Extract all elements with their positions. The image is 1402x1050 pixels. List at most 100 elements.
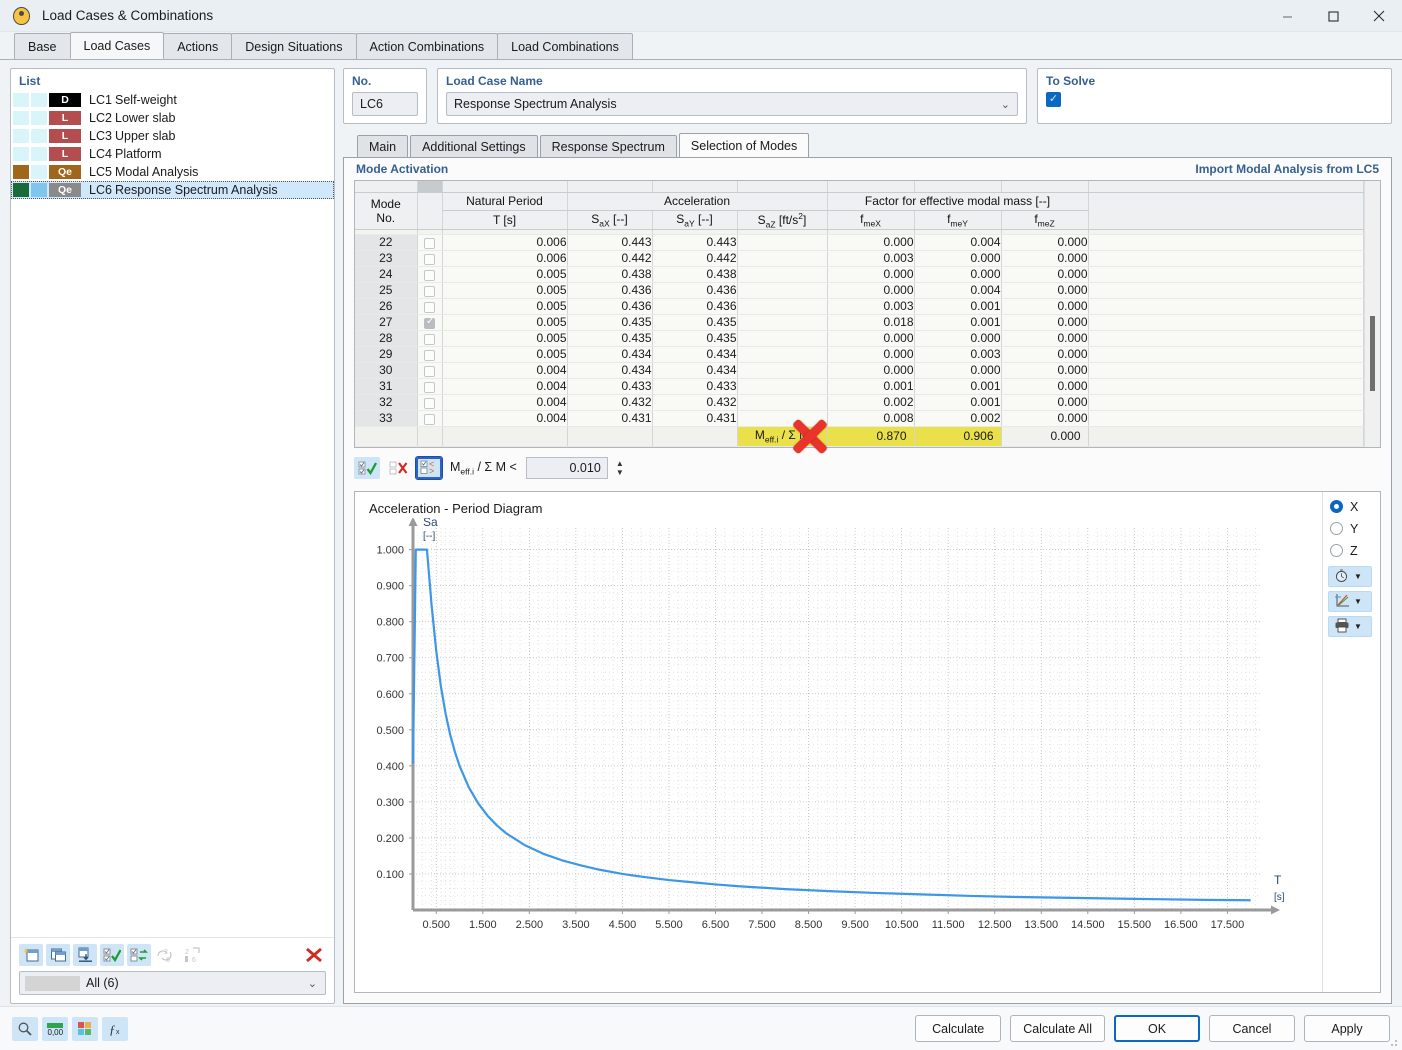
main-tab-load-cases[interactable]: Load Cases [70, 32, 165, 59]
import-modal-analysis-link[interactable]: Import Modal Analysis from LC5 [1195, 162, 1379, 176]
ok-button[interactable]: OK [1114, 1015, 1200, 1042]
fmey-cell: 0.001 [914, 298, 1001, 314]
calculate-all-button[interactable]: Calculate All [1010, 1015, 1105, 1042]
uncheck-all-modes-button[interactable] [385, 457, 411, 479]
main-tab-base[interactable]: Base [14, 33, 71, 59]
scrollbar-thumb[interactable] [1370, 316, 1375, 391]
axis-radio-x[interactable]: X [1323, 496, 1380, 518]
chevron-down-icon[interactable]: ▼ [1354, 572, 1362, 581]
tab-selection-of-modes[interactable]: Selection of Modes [679, 133, 809, 157]
list-item[interactable]: LLC2Lower slab [11, 109, 334, 127]
to-solve-checkbox[interactable]: ✓ [1046, 92, 1061, 107]
load-case-no-field[interactable]: LC6 [352, 92, 418, 116]
mode-activation-checkbox[interactable] [417, 362, 442, 378]
mode-activation-checkbox[interactable] [417, 394, 442, 410]
table-row[interactable]: 290.0050.4340.4340.0000.0030.000 [355, 346, 1364, 362]
chevron-down-icon[interactable]: ▼ [1354, 597, 1362, 606]
table-row[interactable]: 300.0040.4340.4340.0000.0000.000 [355, 362, 1364, 378]
new-load-case-button[interactable] [19, 944, 43, 966]
list-item[interactable]: QeLC5Modal Analysis [11, 163, 334, 181]
list-item[interactable]: QeLC6Response Spectrum Analysis [11, 181, 334, 199]
table-row[interactable]: 310.0040.4330.4330.0010.0010.000 [355, 378, 1364, 394]
import-load-case-button[interactable] [73, 944, 97, 966]
table-row[interactable]: 320.0040.4320.4320.0020.0010.000 [355, 394, 1364, 410]
threshold-stepper[interactable]: ▲▼ [613, 457, 627, 479]
mode-activation-checkbox[interactable] [417, 410, 442, 426]
load-case-name-field[interactable]: Response Spectrum Analysis ⌄ [446, 92, 1018, 116]
apply-threshold-button[interactable]: < > [416, 457, 442, 479]
table-row[interactable]: 250.0050.4360.4360.0000.0040.000 [355, 282, 1364, 298]
threshold-input[interactable]: 0.010 [526, 457, 608, 479]
list-filter-value: All (6) [86, 976, 119, 990]
summary-empty-3 [442, 426, 567, 446]
units-settings-icon[interactable] [12, 1017, 38, 1041]
chevron-down-icon[interactable]: ⌄ [1001, 98, 1010, 111]
fmez-cell: 0.000 [1001, 266, 1088, 282]
table-vertical-scrollbar[interactable] [1364, 181, 1380, 447]
main-tab-design-situations[interactable]: Design Situations [231, 33, 356, 59]
chevron-down-icon[interactable]: ▼ [1354, 622, 1362, 631]
chart-svg[interactable]: 0.1000.2000.3000.4000.5000.6000.7000.800… [355, 518, 1290, 968]
close-button[interactable] [1356, 0, 1402, 32]
invert-selection-button[interactable] [127, 944, 151, 966]
fmex-cell: 0.008 [827, 410, 914, 426]
mode-activation-checkbox[interactable] [417, 234, 442, 250]
axis-radio-y[interactable]: Y [1323, 518, 1380, 540]
select-all-button[interactable] [100, 944, 124, 966]
color-swatch-primary [13, 183, 29, 197]
table-row[interactable]: 270.0050.4350.4350.0180.0010.000 [355, 314, 1364, 330]
list-item[interactable]: LLC3Upper slab [11, 127, 334, 145]
delete-load-case-button[interactable] [302, 944, 326, 966]
resize-grip[interactable] [1387, 1036, 1399, 1048]
fmex-cell: 0.000 [827, 282, 914, 298]
sax-cell: 0.438 [567, 266, 652, 282]
print-button[interactable]: ▼ [1328, 616, 1372, 637]
svg-text:6: 6 [192, 957, 196, 963]
copy-load-case-button[interactable] [46, 944, 70, 966]
mode-activation-checkbox[interactable] [417, 282, 442, 298]
mode-activation-checkbox[interactable] [417, 298, 442, 314]
table-row[interactable]: 280.0050.4350.4350.0000.0000.000 [355, 330, 1364, 346]
table-row[interactable]: 330.0040.4310.4310.0080.0020.000 [355, 410, 1364, 426]
filler-cell [1088, 314, 1364, 330]
list-item[interactable]: DLC1Self-weight [11, 91, 334, 109]
apply-button[interactable]: Apply [1304, 1015, 1390, 1042]
mode-activation-checkbox[interactable] [417, 346, 442, 362]
table-row[interactable]: 220.0060.4430.4430.0000.0040.000 [355, 234, 1364, 250]
table-row[interactable]: 260.0050.4360.4360.0030.0010.000 [355, 298, 1364, 314]
main-tab-actions[interactable]: Actions [163, 33, 232, 59]
formula-icon[interactable]: ƒx [102, 1017, 128, 1041]
mode-activation-checkbox[interactable] [417, 378, 442, 394]
svg-text:x: x [116, 1029, 120, 1036]
calculate-button[interactable]: Calculate [915, 1015, 1001, 1042]
minimize-button[interactable] [1264, 0, 1310, 32]
main-tab-action-combinations[interactable]: Action Combinations [356, 33, 499, 59]
mode-activation-checkbox[interactable] [417, 266, 442, 282]
maximize-button[interactable] [1310, 0, 1356, 32]
say-cell: 0.438 [652, 266, 737, 282]
decimal-places-icon[interactable]: 0,00 [42, 1017, 68, 1041]
load-case-list[interactable]: DLC1Self-weightLLC2Lower slabLLC3Upper s… [11, 91, 334, 937]
table-row[interactable]: 240.0050.4380.4380.0000.0000.000 [355, 266, 1364, 282]
list-filter-dropdown[interactable]: All (6) ⌄ [19, 971, 326, 995]
check-all-modes-button[interactable] [354, 457, 380, 479]
diagram-options-button[interactable]: ▼ [1328, 591, 1372, 612]
table-row[interactable]: 230.0060.4420.4420.0030.0000.000 [355, 250, 1364, 266]
fmey-cell: 0.000 [914, 362, 1001, 378]
tab-main[interactable]: Main [357, 135, 408, 157]
cancel-button[interactable]: Cancel [1209, 1015, 1295, 1042]
chevron-down-icon: ⌄ [308, 977, 317, 990]
saz-cell [737, 362, 827, 378]
mode-activation-checkbox[interactable] [417, 314, 442, 330]
col-mode-no[interactable]: ModeNo. [355, 192, 417, 229]
axis-radio-z[interactable]: Z [1323, 540, 1380, 562]
main-tab-load-combinations[interactable]: Load Combinations [497, 33, 633, 59]
tab-response-spectrum[interactable]: Response Spectrum [540, 135, 677, 157]
tab-additional-settings[interactable]: Additional Settings [410, 135, 538, 157]
mode-activation-checkbox[interactable] [417, 250, 442, 266]
saz-cell [737, 250, 827, 266]
display-properties-icon[interactable] [72, 1017, 98, 1041]
spectrum-settings-button[interactable]: ▼ [1328, 566, 1372, 587]
list-item[interactable]: LLC4Platform [11, 145, 334, 163]
mode-activation-checkbox[interactable] [417, 330, 442, 346]
